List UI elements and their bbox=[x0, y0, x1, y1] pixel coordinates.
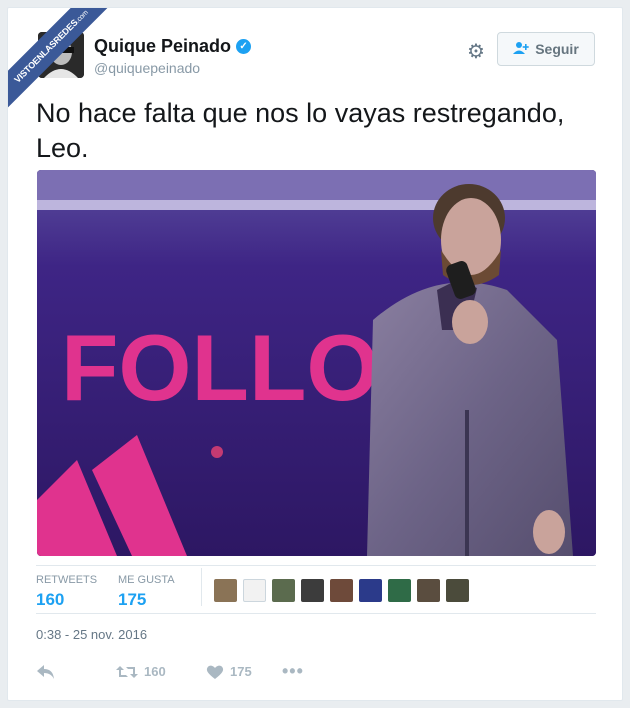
more-button[interactable]: ••• bbox=[282, 661, 304, 682]
like-count: 175 bbox=[230, 664, 252, 679]
liker-avatar[interactable] bbox=[388, 579, 411, 602]
verified-badge-icon: ✓ bbox=[236, 39, 252, 54]
follow-person-icon bbox=[513, 41, 529, 58]
action-bar: 160 175 ••• bbox=[36, 661, 304, 682]
liker-avatar[interactable] bbox=[330, 579, 353, 602]
retweet-icon bbox=[116, 665, 138, 678]
liker-avatar[interactable] bbox=[243, 579, 266, 602]
liker-avatar[interactable] bbox=[272, 579, 295, 602]
follow-label: Seguir bbox=[535, 41, 579, 57]
likes-label: ME GUSTA bbox=[118, 574, 175, 586]
more-icon: ••• bbox=[282, 661, 304, 681]
watermark-sub: .com bbox=[74, 9, 90, 25]
likes-stat[interactable]: ME GUSTA 175 bbox=[118, 574, 175, 610]
photo-sign-text: FOLLO bbox=[61, 315, 380, 420]
author-row: Quique Peinado ✓ bbox=[94, 36, 252, 57]
liker-avatar[interactable] bbox=[446, 579, 469, 602]
liker-avatars bbox=[214, 579, 469, 602]
retweet-count: 160 bbox=[144, 664, 166, 679]
photo-scene: FOLLO bbox=[37, 170, 596, 556]
likes-value: 175 bbox=[118, 590, 147, 609]
tweet-timestamp[interactable]: 0:38 - 25 nov. 2016 bbox=[36, 627, 147, 642]
author-handle[interactable]: @quiquepeinado bbox=[94, 60, 200, 76]
liker-avatar[interactable] bbox=[359, 579, 382, 602]
retweet-button[interactable]: 160 bbox=[116, 664, 206, 680]
stats-bottom-divider bbox=[36, 613, 596, 614]
liker-avatar[interactable] bbox=[301, 579, 324, 602]
heart-icon bbox=[206, 665, 224, 679]
follow-button[interactable]: Seguir bbox=[497, 32, 595, 66]
reply-button[interactable] bbox=[36, 664, 116, 680]
like-button[interactable]: 175 bbox=[206, 664, 282, 680]
retweets-value: 160 bbox=[36, 590, 65, 609]
gear-icon[interactable]: ⚙ bbox=[465, 41, 487, 63]
retweets-label: RETWEETS bbox=[36, 574, 98, 586]
liker-avatar[interactable] bbox=[214, 579, 237, 602]
tweet-photo[interactable]: FOLLO bbox=[37, 170, 596, 556]
author-name[interactable]: Quique Peinado bbox=[94, 36, 231, 57]
stats-separator bbox=[201, 568, 202, 606]
reply-icon bbox=[37, 664, 54, 679]
retweets-stat[interactable]: RETWEETS 160 bbox=[36, 574, 97, 610]
tweet-card: VISTOENLASREDES.com Quique Peinado ✓ @qu… bbox=[7, 7, 623, 701]
tweet-text: No hace falta que nos lo vayas restregan… bbox=[36, 98, 565, 163]
liker-avatar[interactable] bbox=[417, 579, 440, 602]
stats-top-divider bbox=[36, 565, 596, 566]
